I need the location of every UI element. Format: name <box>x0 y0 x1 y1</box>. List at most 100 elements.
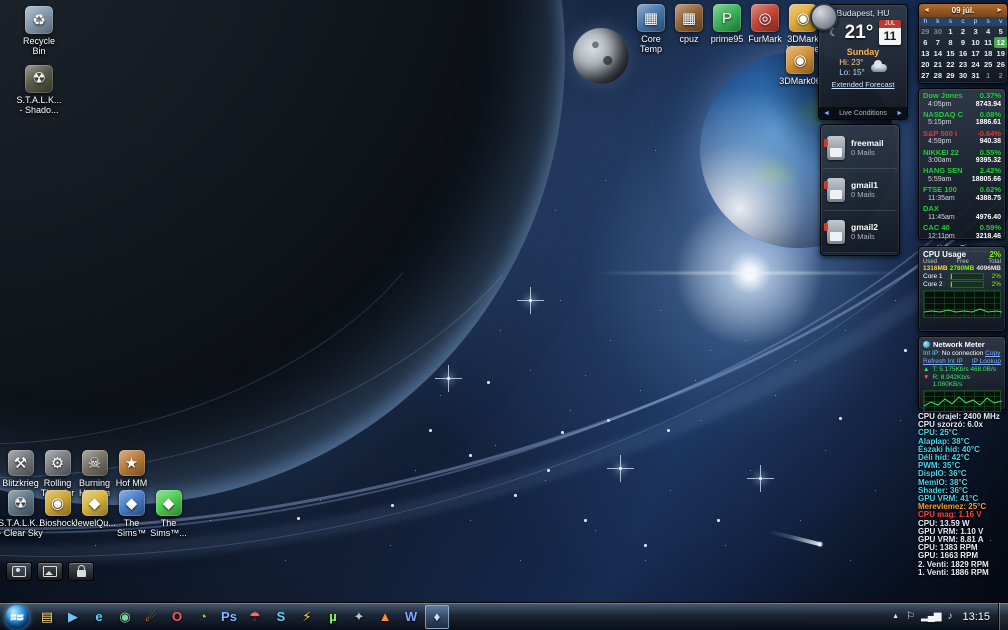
calendar-day[interactable]: 3 <box>969 26 982 37</box>
taskbar-opera[interactable]: O <box>165 605 189 629</box>
finance-row[interactable]: S&P 500 I -0.64% 4:59pm 940.38 <box>923 129 1001 147</box>
taskbar-internet-explorer[interactable]: e <box>87 605 111 629</box>
calendar-day[interactable]: 21 <box>932 59 945 70</box>
finance-row[interactable]: CAC 40 0.59% 12:11pm 3218.46 <box>923 223 1001 241</box>
calendar-day[interactable]: 13 <box>919 48 932 59</box>
cpu-usage-widget[interactable]: CPU Usage 2% Used Free Total 1316MB 2780MB 4… <box>918 246 1006 332</box>
index-name[interactable]: Dow Jones <box>923 91 963 101</box>
calendar-day[interactable]: 15 <box>944 48 957 59</box>
desktop-icon-the-sims-2[interactable]: ◆ The Sims™... <box>150 490 187 539</box>
finance-row[interactable]: FTSE 100 0.62% 11:35am 4388.75 <box>923 186 1001 203</box>
calendar-day[interactable]: 24 <box>969 59 982 70</box>
taskbar-vlc[interactable]: ▲ <box>373 605 397 629</box>
calendar-day[interactable]: 20 <box>919 59 932 70</box>
index-name[interactable]: HANG SEN <box>923 167 963 176</box>
calendar-day[interactable]: 8 <box>944 37 957 48</box>
network-icon[interactable]: ▂▄▆ <box>921 611 941 622</box>
refresh-ip-link[interactable]: Refresh Int IP <box>923 358 963 365</box>
calendar-next[interactable]: ► <box>996 7 1003 14</box>
index-name[interactable]: S&P 500 I <box>923 129 957 139</box>
weather-widget[interactable]: Budapest, HU ☾ 21° júl 11 Sunday Hi: 23°… <box>810 3 908 120</box>
desktop-icon-core-temp[interactable]: ▦ Core Temp <box>632 4 670 55</box>
calendar-day[interactable]: 26 <box>994 59 1007 70</box>
desktop-icon-jewelquest[interactable]: ◆ JewelQu... <box>73 490 116 539</box>
email-widget[interactable]: freemail 0 Mails gmail1 0 Mails gmail2 0… <box>820 124 900 256</box>
calendar-day[interactable]: 1 <box>944 26 957 37</box>
taskbar-skype[interactable]: S <box>269 605 293 629</box>
clock[interactable]: 13:15 <box>958 611 994 623</box>
show-hidden-icons-button[interactable]: ▲ <box>892 613 899 620</box>
taskbar-steam[interactable]: ✦ <box>347 605 371 629</box>
desktop[interactable]: ♻ Recycle Bin ☢ S.T.A.L.K... - Shado... … <box>0 0 1008 630</box>
taskbar-utorrent[interactable]: µ <box>321 605 345 629</box>
calendar-day[interactable]: 31 <box>969 70 982 81</box>
email-account[interactable]: freemail 0 Mails <box>823 127 897 169</box>
calendar-day[interactable]: 25 <box>982 59 995 70</box>
calendar-day[interactable]: 2 <box>957 26 970 37</box>
index-name[interactable]: FTSE 100 <box>923 186 957 195</box>
lock-button[interactable] <box>68 562 94 581</box>
calendar-day[interactable]: 6 <box>919 37 932 48</box>
calendar-day[interactable]: 29 <box>944 70 957 81</box>
camera-button[interactable] <box>6 562 32 581</box>
finance-row[interactable]: Dow Jones 0.37% 4:05pm 8743.94 <box>923 91 1001 109</box>
taskbar-active-app[interactable]: ♦ <box>425 604 449 629</box>
taskbar-winamp[interactable]: ⚡ <box>295 605 319 629</box>
calendar-day[interactable]: 22 <box>944 59 957 70</box>
desktop-icon-the-sims[interactable]: ◆ The Sims™ <box>113 490 150 539</box>
taskbar-explorer[interactable]: ▤ <box>35 605 59 629</box>
calendar-day[interactable]: 18 <box>982 48 995 59</box>
index-name[interactable]: DAX <box>923 205 939 214</box>
copy-link[interactable]: Copy <box>985 350 1000 357</box>
action-center-icon[interactable]: ⚐ <box>906 611 915 622</box>
calendar-day[interactable]: 1 <box>982 70 995 81</box>
extended-forecast-link[interactable]: Extended Forecast <box>819 80 907 89</box>
taskbar-chrome[interactable]: ◔ <box>191 605 215 629</box>
ip-lookup-link[interactable]: IP Lookup <box>972 358 1001 365</box>
calendar-day[interactable]: 27 <box>919 70 932 81</box>
calendar-day[interactable]: 5 <box>994 26 1007 37</box>
index-name[interactable]: NASDAQ C <box>923 110 963 120</box>
taskbar-photoshop[interactable]: Ps <box>217 605 241 629</box>
volume-icon[interactable]: ♪ <box>947 611 952 622</box>
weather-prev-arrow[interactable]: ◄ <box>823 110 830 117</box>
calendar-day[interactable]: 30 <box>957 70 970 81</box>
show-desktop-button[interactable] <box>998 602 1008 630</box>
desktop-icon-prime95[interactable]: P prime95 <box>708 4 746 55</box>
index-name[interactable]: CAC 40 <box>923 223 950 233</box>
taskbar-media-center[interactable]: ◉ <box>113 605 137 629</box>
calendar-day[interactable]: 23 <box>957 59 970 70</box>
calendar-prev[interactable]: ◄ <box>923 7 930 14</box>
taskbar-word[interactable]: W <box>399 605 423 629</box>
calendar-day[interactable]: 16 <box>957 48 970 59</box>
finance-row[interactable]: HANG SEN 2.42% 5:59am 18805.66 <box>923 167 1001 184</box>
email-account[interactable]: gmail1 0 Mails <box>823 169 897 211</box>
network-meter-widget[interactable]: Network Meter Int IP: No connection Copy… <box>918 336 1006 412</box>
calendar-day[interactable]: 9 <box>957 37 970 48</box>
calendar-day[interactable]: 10 <box>969 37 982 48</box>
calendar-day[interactable]: 30 <box>932 26 945 37</box>
taskbar-firefox[interactable]: ☄ <box>139 605 163 629</box>
email-account[interactable]: gmail2 0 Mails <box>823 211 897 253</box>
finance-row[interactable]: NASDAQ C 0.08% 5:15pm 1886.61 <box>923 110 1001 128</box>
calendar-day[interactable]: 29 <box>919 26 932 37</box>
calendar-day[interactable]: 11 <box>982 37 995 48</box>
finance-row[interactable]: NIKKEI 22 0.55% 3:00am 9395.32 <box>923 148 1001 166</box>
index-name[interactable]: NIKKEI 22 <box>923 148 959 158</box>
taskbar-avira[interactable]: ☂ <box>243 605 267 629</box>
desktop-icon-bioshock[interactable]: ◉ Bioshock <box>39 490 76 539</box>
calendar-day[interactable]: 7 <box>932 37 945 48</box>
desktop-icon-cpuz[interactable]: ▦ cpuz <box>670 4 708 55</box>
calendar-widget[interactable]: ◄ 09 júl. ► hkscpsv 29 30 1 2 3 4 5 6 7 8 9 10 11 12 1… <box>918 3 1008 84</box>
weather-next-arrow[interactable]: ► <box>896 110 903 117</box>
calendar-day[interactable]: 28 <box>932 70 945 81</box>
calendar-day[interactable]: 14 <box>932 48 945 59</box>
calendar-day[interactable]: 12 <box>994 37 1007 48</box>
calendar-day[interactable]: 17 <box>969 48 982 59</box>
desktop-icon-3dmark06[interactable]: ◉ 3DMark06 <box>776 46 824 87</box>
finance-row[interactable]: DAX 11:45am 4976.40 <box>923 205 1001 222</box>
desktop-icon-stalker-clear-sky[interactable]: ☢ S.T.A.L.K... - Clear Sky <box>0 490 43 539</box>
calendar-day[interactable]: 19 <box>994 48 1007 59</box>
desktop-icon-stalker-shadow[interactable]: ☢ S.T.A.L.K... - Shado... <box>4 64 74 116</box>
desktop-icon-recycle-bin[interactable]: ♻ Recycle Bin <box>4 6 74 57</box>
